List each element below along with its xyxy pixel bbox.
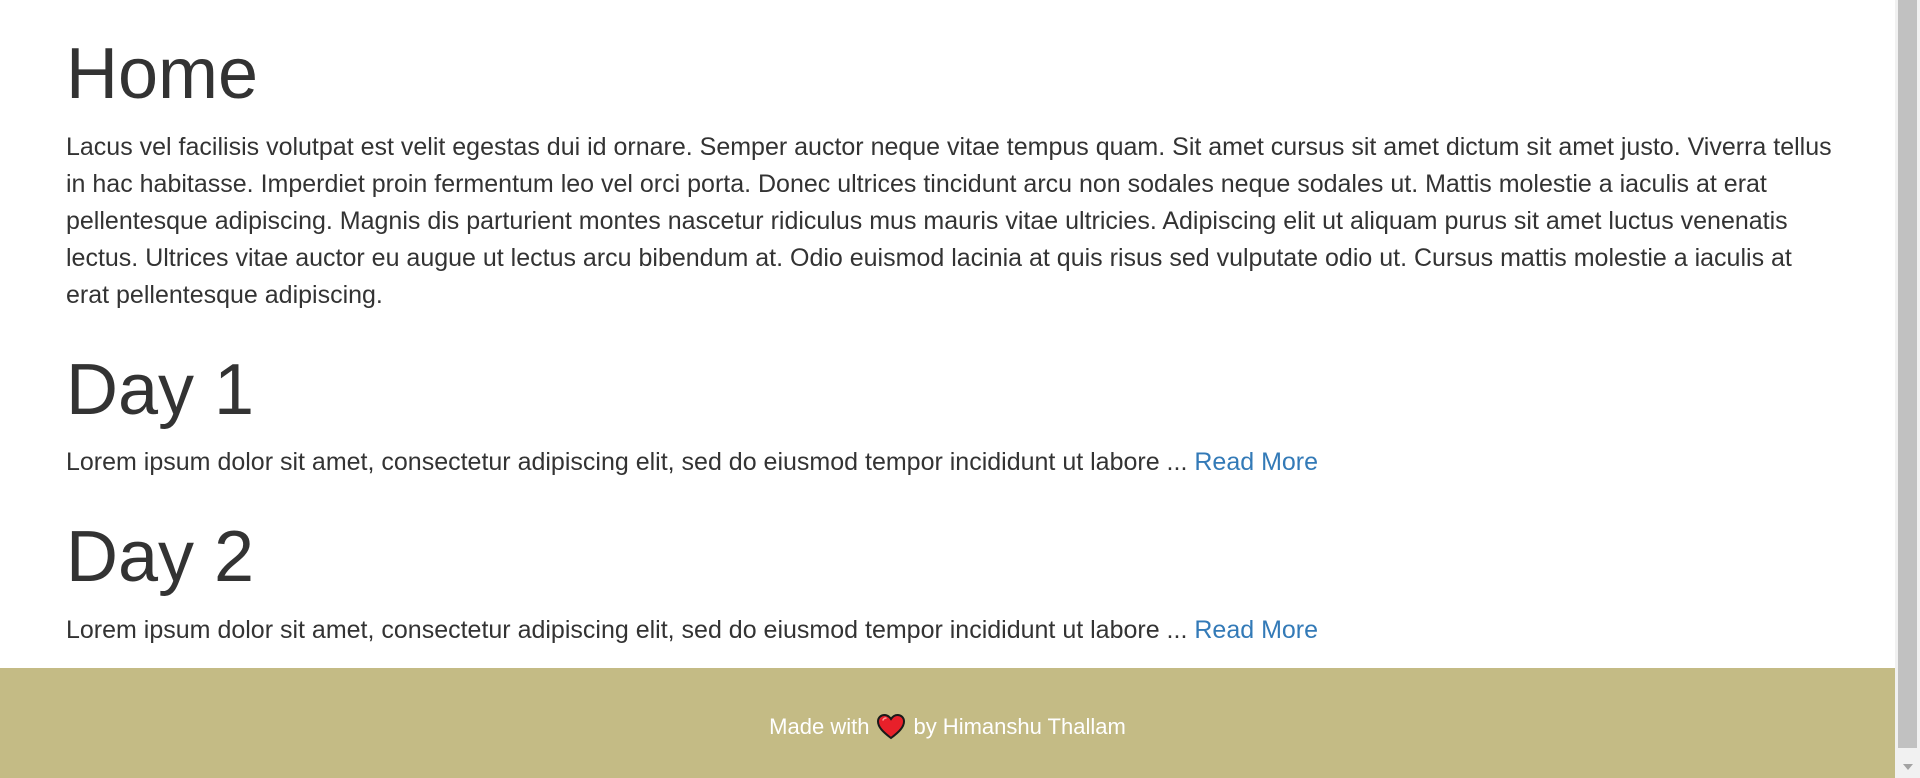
page: Home Lacus vel facilisis volutpat est ve… (0, 0, 1895, 778)
home-paragraph: Lacus vel facilisis volutpat est velit e… (66, 133, 1832, 309)
day2-read-more-link[interactable]: Read More (1194, 616, 1318, 644)
day2-heading: Day 2 (66, 517, 255, 597)
scroll-down-arrow-icon[interactable] (1895, 756, 1920, 778)
day2-excerpt: Lorem ipsum dolor sit amet, consectetur … (66, 612, 1318, 649)
day1-read-more-link[interactable]: Read More (1194, 448, 1318, 476)
day1-excerpt: Lorem ipsum dolor sit amet, consectetur … (66, 444, 1318, 481)
vertical-scrollbar[interactable] (1895, 0, 1920, 778)
footer: Made with by Himanshu Thallam (0, 668, 1895, 778)
scrollbar-thumb[interactable] (1898, 0, 1917, 748)
footer-credit: Made with by Himanshu Thallam (769, 714, 1126, 740)
day1-excerpt-text: Lorem ipsum dolor sit amet, consectetur … (66, 448, 1195, 476)
heart-icon (877, 714, 906, 740)
home-heading: Home (66, 34, 259, 114)
day1-heading: Day 1 (66, 350, 255, 430)
footer-prefix: Made with (769, 714, 870, 739)
day2-excerpt-text: Lorem ipsum dolor sit amet, consectetur … (66, 616, 1195, 644)
footer-suffix: by Himanshu Thallam (913, 714, 1126, 739)
